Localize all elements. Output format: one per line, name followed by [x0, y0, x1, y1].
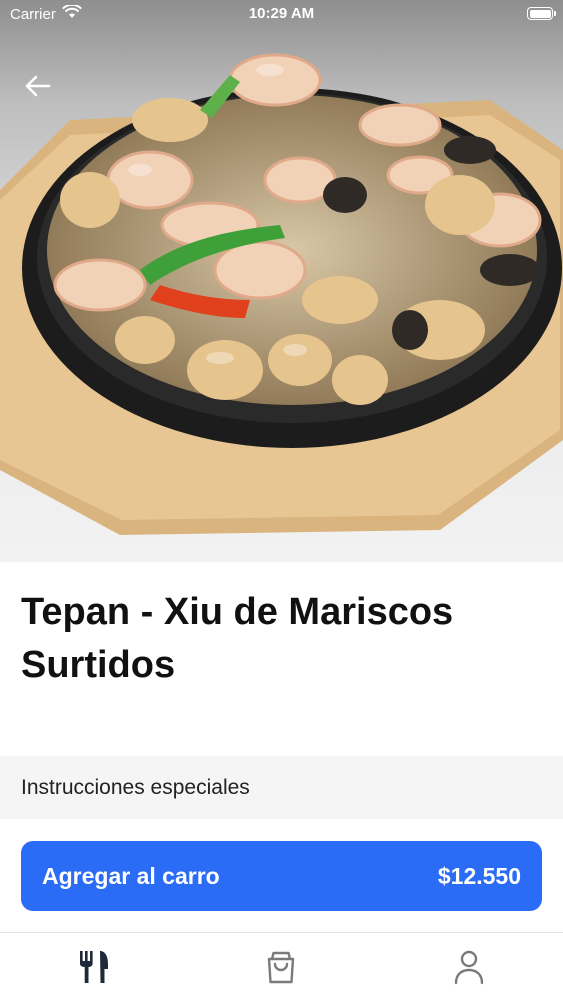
- tab-bar: [0, 932, 563, 1000]
- product-image: [0, 0, 563, 562]
- tab-menu[interactable]: [72, 945, 116, 989]
- special-instructions-field[interactable]: Instrucciones especiales: [0, 756, 563, 819]
- add-to-cart-label: Agregar al carro: [42, 862, 220, 889]
- product-title: Tepan - Xiu de Mariscos Surtidos: [21, 591, 454, 686]
- status-bar: Carrier 10:29 AM: [0, 0, 563, 30]
- tab-cart[interactable]: [259, 945, 303, 989]
- user-icon: [454, 950, 484, 985]
- battery-icon: [527, 7, 556, 20]
- utensils-icon: [80, 951, 108, 983]
- add-to-cart-button[interactable]: Agregar al carro $12.550: [21, 841, 542, 911]
- arrow-left-icon: [25, 75, 51, 97]
- back-button[interactable]: [18, 66, 58, 106]
- price-label: $12.550: [437, 862, 521, 889]
- shopping-bag-icon: [267, 951, 295, 984]
- special-instructions-label: Instrucciones especiales: [21, 775, 250, 799]
- tab-profile[interactable]: [447, 945, 491, 989]
- food-photo: [0, 53, 563, 535]
- status-time: 10:29 AM: [248, 5, 315, 22]
